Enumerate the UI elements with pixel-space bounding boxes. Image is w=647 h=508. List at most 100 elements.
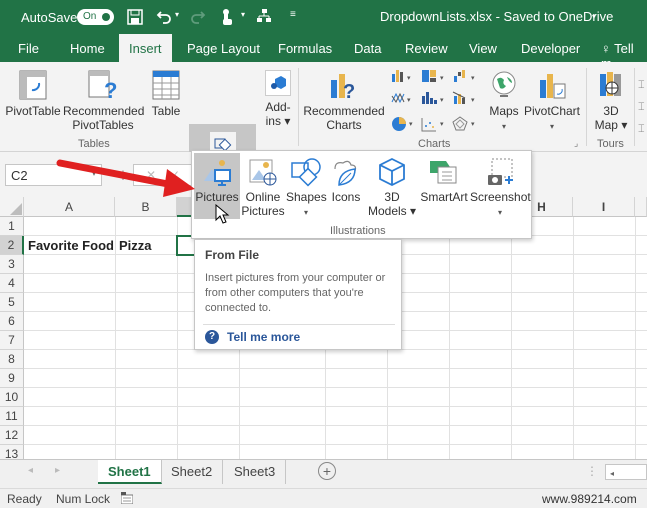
ribbon: PivotTable ? Recommended PivotTables Tab… (0, 62, 647, 214)
recommended-pivottables-button[interactable]: ? Recommended PivotTables (63, 70, 144, 132)
row-header-6[interactable]: 6 (0, 312, 24, 331)
statistic-chart-icon[interactable]: ▾ (422, 92, 444, 104)
gridline (24, 425, 647, 426)
sheet-tab-sheet1[interactable]: Sheet1 (98, 460, 162, 484)
save-icon[interactable] (127, 9, 143, 25)
row-header-5[interactable]: 5 (0, 293, 24, 312)
tab-view[interactable]: View (469, 41, 497, 56)
screenshot-button[interactable]: Screenshot ▾ (470, 153, 531, 220)
row-header-3[interactable]: 3 (0, 255, 24, 274)
touch-dropdown-icon[interactable]: ▾ (241, 10, 245, 19)
addins-icon (265, 70, 291, 96)
online-pictures-icon (249, 159, 277, 186)
hierarchy-chart-icon[interactable]: ▾ (422, 70, 444, 82)
select-all-corner[interactable] (0, 197, 24, 217)
customize-qat-icon[interactable]: ≡ (290, 9, 296, 20)
scroll-left-icon[interactable]: ◂ (606, 469, 614, 478)
pivotchart-button[interactable]: PivotChart ▾ (522, 70, 582, 134)
sparkline-icons[interactable]: ⌶ ⌶ ⌶ (638, 74, 645, 140)
tell-me-more-link[interactable]: ? Tell me more (205, 330, 300, 344)
row-header-8[interactable]: 8 (0, 350, 24, 369)
recommended-charts-icon: ? (331, 74, 355, 100)
pivot-table-button[interactable]: PivotTable (4, 70, 62, 118)
3d-map-button[interactable]: 3D Map ▾ (592, 70, 630, 132)
3d-models-button[interactable]: 3D Models ▾ (366, 153, 418, 218)
tab-split-handle[interactable]: ⋮ (586, 464, 598, 478)
horizontal-scrollbar[interactable]: ◂ (605, 464, 647, 480)
redo-icon[interactable] (190, 9, 206, 25)
row-header-4[interactable]: 4 (0, 274, 24, 293)
autosave-toggle[interactable]: On (77, 9, 114, 25)
row-header-1[interactable]: 1 (0, 217, 24, 236)
row-header-12[interactable]: 12 (0, 426, 24, 445)
gridline (24, 387, 647, 388)
org-chart-icon[interactable] (256, 8, 272, 24)
column-header-b[interactable]: B (115, 197, 177, 217)
tab-data[interactable]: Data (354, 41, 381, 56)
shapes-caret: ▾ (303, 208, 308, 217)
sheet-tab-sheet3[interactable]: Sheet3 (224, 460, 287, 484)
ribbon-tabs: File Home Insert Page Layout Formulas Da… (0, 34, 647, 71)
globe-icon (492, 71, 516, 97)
column-header-a[interactable]: A (24, 197, 115, 217)
cell-b2[interactable]: Pizza (115, 236, 152, 255)
touch-mode-icon[interactable] (220, 8, 234, 26)
row-header-7[interactable]: 7 (0, 331, 24, 350)
tab-insert[interactable]: Insert (119, 34, 172, 62)
recommended-pivot-label-2: PivotTables (72, 118, 134, 132)
svg-text:▾: ▾ (471, 75, 475, 82)
tab-file[interactable]: File (18, 41, 39, 56)
scatter-chart-icon[interactable]: ▾ (421, 118, 444, 132)
undo-dropdown-icon[interactable]: ▾ (175, 10, 179, 19)
charts-dialog-launcher-icon[interactable]: ⌟ (574, 138, 578, 149)
shapes-icon (291, 158, 321, 187)
name-box-value: C2 (11, 168, 28, 183)
column-chart-icon[interactable]: ▾ (392, 70, 411, 82)
smartart-button[interactable]: SmartArt (418, 153, 470, 204)
icons-label: Icons (331, 190, 361, 204)
sheet-tab-sheet2[interactable]: Sheet2 (161, 460, 224, 484)
online-pictures-button[interactable]: Online Pictures (241, 153, 285, 218)
undo-icon[interactable] (156, 9, 172, 25)
svg-text:▾: ▾ (440, 75, 444, 82)
screenshot-label: Screenshot (470, 190, 531, 204)
scroll-sheets-right-icon[interactable]: ▸ (55, 465, 60, 476)
recommended-charts-button[interactable]: ? Recommended Charts (303, 70, 385, 132)
column-header-i[interactable]: I (573, 197, 635, 217)
screenshot-caret: ▾ (497, 208, 502, 217)
table-button[interactable]: Table (148, 70, 184, 118)
new-sheet-button[interactable]: + (318, 462, 336, 480)
3d-map-label-2: Map ▾ (594, 118, 628, 132)
title-dropdown-icon[interactable]: ▾ (592, 12, 596, 21)
scroll-sheets-left-icon[interactable]: ◂ (28, 465, 33, 476)
combo-chart-icon[interactable]: ▾ (452, 91, 475, 104)
row-header-10[interactable]: 10 (0, 388, 24, 407)
pictures-icon (204, 160, 231, 186)
row-header-11[interactable]: 11 (0, 407, 24, 426)
cell-a2[interactable]: Favorite Food (24, 236, 114, 255)
pie-chart-icon[interactable]: ▾ (392, 117, 413, 131)
waterfall-chart-icon[interactable]: ▾ (454, 70, 475, 82)
svg-text:▾: ▾ (440, 121, 444, 128)
gridline (573, 217, 574, 459)
radar-chart-icon[interactable]: ▾ (452, 116, 475, 131)
tab-formulas[interactable]: Formulas (278, 41, 332, 56)
shapes-label: Shapes (286, 190, 327, 204)
line-chart-icon[interactable]: ▾ (391, 92, 411, 104)
icons-button[interactable]: Icons (328, 153, 364, 204)
tab-review[interactable]: Review (405, 41, 448, 56)
table-icon (152, 70, 180, 100)
recommended-pivot-icon: ? (88, 70, 117, 100)
addins-button[interactable]: Add- ins ▾ (259, 70, 297, 128)
macro-record-icon[interactable] (121, 492, 133, 504)
shapes-button[interactable]: Shapes ▾ (286, 153, 327, 220)
maps-button[interactable]: Maps ▾ (488, 70, 520, 134)
column-header-j[interactable] (635, 197, 647, 217)
row-header-9[interactable]: 9 (0, 369, 24, 388)
row-header-2[interactable]: 2 (0, 236, 24, 255)
tab-page-layout[interactable]: Page Layout (187, 41, 260, 56)
svg-text:▾: ▾ (407, 75, 411, 82)
recommended-charts-label-1: Recommended (303, 104, 385, 118)
tab-home[interactable]: Home (70, 41, 105, 56)
tab-developer[interactable]: Developer (521, 41, 580, 56)
